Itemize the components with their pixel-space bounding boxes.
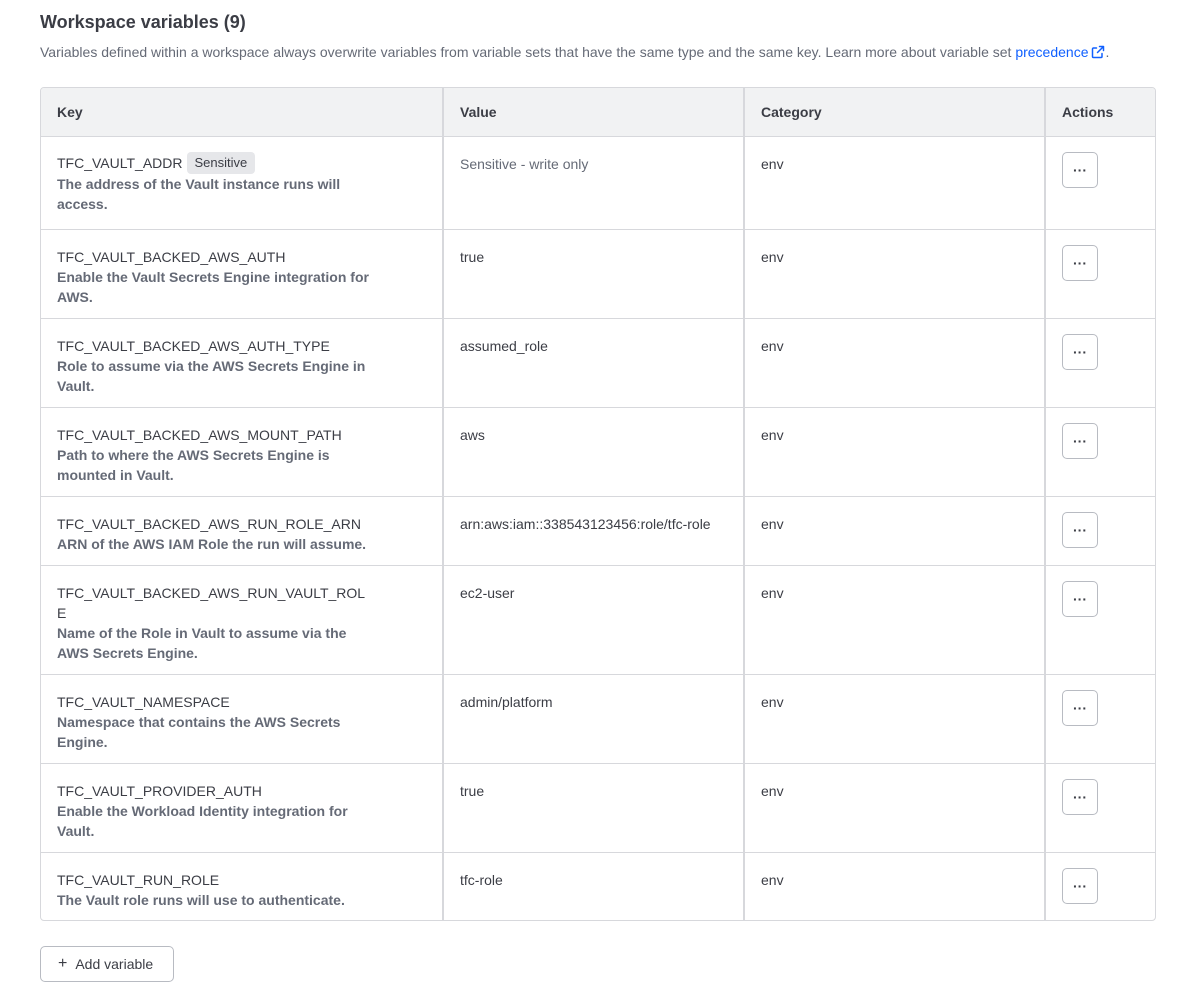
category-cell: env xyxy=(743,566,1044,674)
variable-description: ARN of the AWS IAM Role the run will ass… xyxy=(57,536,367,552)
precedence-link[interactable]: precedence xyxy=(1015,44,1105,60)
precedence-link-text[interactable]: precedence xyxy=(1015,44,1088,60)
actions-menu-button[interactable]: ··· xyxy=(1062,152,1098,188)
more-horizontal-icon[interactable]: ··· xyxy=(1073,256,1087,270)
actions-menu-button[interactable]: ··· xyxy=(1062,581,1098,617)
table-row: TFC_VAULT_ADDR Sensitive The address of t… xyxy=(41,136,1155,229)
description-period: . xyxy=(1105,44,1110,60)
more-horizontal-icon[interactable]: ··· xyxy=(1073,163,1087,177)
table-header: Key Value Category Actions xyxy=(41,88,1155,136)
more-horizontal-icon[interactable]: ··· xyxy=(1073,879,1087,893)
table-row: TFC_VAULT_PROVIDER_AUTH Enable the Workl… xyxy=(41,763,1155,852)
actions-cell: ··· xyxy=(1044,566,1155,674)
category-cell: env xyxy=(743,497,1044,565)
actions-menu-button[interactable]: ··· xyxy=(1062,423,1098,459)
key-cell: TFC_VAULT_BACKED_AWS_RUN_VAULT_ROLE Name… xyxy=(41,566,442,674)
value-cell: tfc-role xyxy=(442,853,743,920)
key-cell: TFC_VAULT_BACKED_AWS_AUTH_TYPE Role to a… xyxy=(41,319,442,407)
actions-cell: ··· xyxy=(1044,230,1155,318)
variable-key: TFC_VAULT_ADDR xyxy=(57,155,183,171)
key-cell: TFC_VAULT_BACKED_AWS_MOUNT_PATH Path to … xyxy=(41,408,442,496)
plus-icon[interactable]: + xyxy=(58,956,67,972)
actions-menu-button[interactable]: ··· xyxy=(1062,512,1098,548)
key-cell: TFC_VAULT_RUN_ROLE The Vault role runs w… xyxy=(41,853,442,920)
variable-key: TFC_VAULT_NAMESPACE xyxy=(57,694,230,710)
variable-description: The address of the Vault instance runs w… xyxy=(57,176,341,212)
variable-key: TFC_VAULT_BACKED_AWS_AUTH_TYPE xyxy=(57,338,330,354)
category-cell: env xyxy=(743,764,1044,852)
table-row: TFC_VAULT_NAMESPACE Namespace that conta… xyxy=(41,674,1155,763)
variable-description: Namespace that contains the AWS Secrets … xyxy=(57,714,341,750)
value-cell: aws xyxy=(442,408,743,496)
value-cell: true xyxy=(442,230,743,318)
actions-menu-button[interactable]: ··· xyxy=(1062,779,1098,815)
variable-description: Role to assume via the AWS Secrets Engin… xyxy=(57,358,366,394)
column-header-key: Key xyxy=(57,104,83,120)
value-cell: ec2-user xyxy=(442,566,743,674)
category-cell: env xyxy=(743,408,1044,496)
actions-cell: ··· xyxy=(1044,675,1155,763)
key-cell: TFC_VAULT_ADDR Sensitive The address of t… xyxy=(41,137,442,229)
variable-key: TFC_VAULT_BACKED_AWS_RUN_VAULT_ROLE xyxy=(57,585,366,621)
variable-key: TFC_VAULT_RUN_ROLE xyxy=(57,872,220,888)
key-cell: TFC_VAULT_BACKED_AWS_AUTH Enable the Vau… xyxy=(41,230,442,318)
add-variable-label[interactable]: Add variable xyxy=(75,956,153,972)
variable-key: TFC_VAULT_BACKED_AWS_RUN_ROLE_ARN xyxy=(57,516,361,532)
variable-key: TFC_VAULT_BACKED_AWS_AUTH xyxy=(57,249,286,265)
more-horizontal-icon[interactable]: ··· xyxy=(1073,701,1087,715)
column-header-actions: Actions xyxy=(1044,88,1155,136)
table-row: TFC_VAULT_BACKED_AWS_MOUNT_PATH Path to … xyxy=(41,407,1155,496)
category-cell: env xyxy=(743,675,1044,763)
variable-description: Enable the Vault Secrets Engine integrat… xyxy=(57,269,369,305)
section-description: Variables defined within a workspace alw… xyxy=(40,43,1109,61)
actions-cell: ··· xyxy=(1044,319,1155,407)
category-cell: env xyxy=(743,137,1044,229)
actions-menu-button[interactable]: ··· xyxy=(1062,245,1098,281)
key-cell: TFC_VAULT_PROVIDER_AUTH Enable the Workl… xyxy=(41,764,442,852)
section-title: Workspace variables (9) xyxy=(40,12,246,32)
variable-key: TFC_VAULT_BACKED_AWS_MOUNT_PATH xyxy=(57,427,342,443)
variable-description: Enable the Workload Identity integration… xyxy=(57,803,348,839)
more-horizontal-icon[interactable]: ··· xyxy=(1073,434,1087,448)
key-cell: TFC_VAULT_BACKED_AWS_RUN_ROLE_ARN ARN of… xyxy=(41,497,442,565)
category-cell: env xyxy=(743,853,1044,920)
actions-cell: ··· xyxy=(1044,408,1155,496)
more-horizontal-icon[interactable]: ··· xyxy=(1073,345,1087,359)
value-cell: assumed_role xyxy=(442,319,743,407)
actions-cell: ··· xyxy=(1044,764,1155,852)
variable-description: Name of the Role in Vault to assume via … xyxy=(57,625,347,661)
variables-table: Key Value Category Actions TFC_VAULT_ADD… xyxy=(40,87,1156,921)
value-cell: arn:aws:iam::338543123456:role/tfc-role xyxy=(442,497,743,565)
add-variable-button[interactable]: + Add variable xyxy=(40,946,174,982)
table-row: TFC_VAULT_BACKED_AWS_RUN_ROLE_ARN ARN of… xyxy=(41,496,1155,565)
table-row: TFC_VAULT_BACKED_AWS_AUTH Enable the Vau… xyxy=(41,229,1155,318)
variable-description: The Vault role runs will use to authenti… xyxy=(57,892,345,908)
actions-cell: ··· xyxy=(1044,497,1155,565)
column-header-category: Category xyxy=(743,88,1044,136)
more-horizontal-icon[interactable]: ··· xyxy=(1073,523,1087,537)
table-row: TFC_VAULT_RUN_ROLE The Vault role runs w… xyxy=(41,852,1155,920)
variable-key: TFC_VAULT_PROVIDER_AUTH xyxy=(57,783,262,799)
actions-menu-button[interactable]: ··· xyxy=(1062,868,1098,904)
key-cell: TFC_VAULT_NAMESPACE Namespace that conta… xyxy=(41,675,442,763)
actions-cell: ··· xyxy=(1044,853,1155,920)
table-row: TFC_VAULT_BACKED_AWS_AUTH_TYPE Role to a… xyxy=(41,318,1155,407)
more-horizontal-icon[interactable]: ··· xyxy=(1073,790,1087,804)
actions-menu-button[interactable]: ··· xyxy=(1062,334,1098,370)
value-cell: Sensitive - write only xyxy=(442,137,743,229)
table-row: TFC_VAULT_BACKED_AWS_RUN_VAULT_ROLE Name… xyxy=(41,565,1155,674)
value-cell: admin/platform xyxy=(442,675,743,763)
category-cell: env xyxy=(743,319,1044,407)
description-text: Variables defined within a workspace alw… xyxy=(40,44,1016,60)
actions-menu-button[interactable]: ··· xyxy=(1062,690,1098,726)
value-cell: true xyxy=(442,764,743,852)
variable-description: Path to where the AWS Secrets Engine is … xyxy=(57,447,330,483)
category-cell: env xyxy=(743,230,1044,318)
column-header-value: Value xyxy=(442,88,743,136)
sensitive-badge: Sensitive xyxy=(186,152,256,174)
more-horizontal-icon[interactable]: ··· xyxy=(1073,592,1087,606)
actions-cell: ··· xyxy=(1044,137,1155,229)
external-link-icon[interactable] xyxy=(1091,45,1105,59)
